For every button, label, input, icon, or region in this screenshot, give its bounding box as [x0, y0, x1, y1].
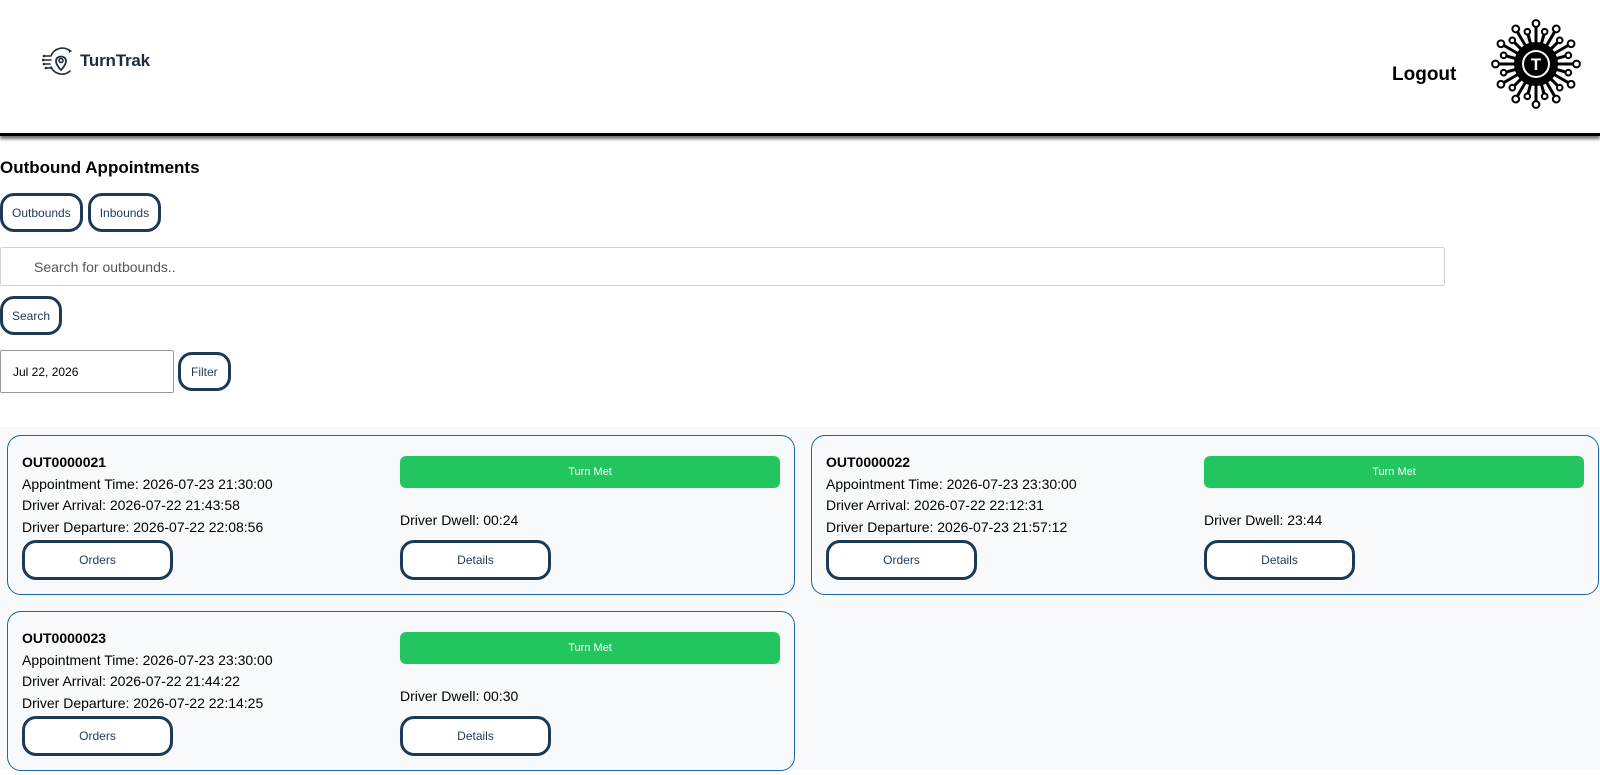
appointment-id: OUT0000022 — [826, 454, 911, 470]
details-button[interactable]: Details — [400, 540, 551, 580]
page-title: Outbound Appointments — [0, 158, 200, 177]
appointment-info: OUT0000023 Appointment Time: 2026-07-23 … — [22, 628, 273, 714]
tab-outbounds[interactable]: Outbounds — [0, 193, 83, 232]
appointment-info: OUT0000022 Appointment Time: 2026-07-23 … — [826, 452, 1077, 538]
driver-arrival: Driver Arrival: 2026-07-22 22:12:31 — [826, 497, 1044, 513]
appointment-card: OUT0000023 Appointment Time: 2026-07-23 … — [7, 611, 795, 771]
orders-button[interactable]: Orders — [22, 540, 173, 580]
details-button[interactable]: Details — [400, 716, 551, 756]
driver-arrival: Driver Arrival: 2026-07-22 21:43:58 — [22, 497, 240, 513]
details-button[interactable]: Details — [1204, 540, 1355, 580]
appointment-id: OUT0000021 — [22, 454, 107, 470]
appointment-time: Appointment Time: 2026-07-23 23:30:00 — [826, 475, 1077, 492]
search-button[interactable]: Search — [0, 296, 63, 335]
avatar-letter: T — [1531, 55, 1542, 74]
driver-dwell: Driver Dwell: 00:24 — [400, 512, 519, 528]
appointment-info: OUT0000021 Appointment Time: 2026-07-23 … — [22, 452, 273, 538]
appointment-time: Appointment Time: 2026-07-23 21:30:00 — [22, 475, 273, 492]
brand-name: TurnTrak — [80, 51, 150, 70]
appointment-time: Appointment Time: 2026-07-23 23:30:00 — [22, 651, 273, 668]
turn-status-button[interactable]: Turn Met — [400, 456, 780, 488]
driver-departure: Driver Departure: 2026-07-23 21:57:12 — [826, 518, 1068, 535]
brand-logo[interactable]: TurnTrak — [42, 44, 150, 78]
orders-button[interactable]: Orders — [826, 540, 977, 580]
top-header: TurnTrak Logout T — [0, 0, 1600, 136]
logout-button[interactable]: Logout — [1392, 64, 1456, 86]
location-pin-circuit-icon — [42, 47, 72, 75]
appointment-id: OUT0000023 — [22, 630, 107, 646]
date-picker-input[interactable]: Jul 22, 2026 — [0, 350, 174, 393]
driver-dwell: Driver Dwell: 00:30 — [400, 688, 519, 704]
turn-status-button[interactable]: Turn Met — [1204, 456, 1584, 488]
appointment-card: OUT0000021 Appointment Time: 2026-07-23 … — [7, 435, 795, 595]
turn-status-button[interactable]: Turn Met — [400, 632, 780, 664]
appointments-grid: OUT0000021 Appointment Time: 2026-07-23 … — [0, 427, 1600, 771]
orders-button[interactable]: Orders — [22, 716, 173, 756]
search-input[interactable] — [0, 247, 1445, 286]
appointment-card: OUT0000022 Appointment Time: 2026-07-23 … — [811, 435, 1599, 595]
tab-inbounds[interactable]: Inbounds — [87, 193, 162, 232]
driver-arrival: Driver Arrival: 2026-07-22 21:44:22 — [22, 673, 240, 689]
date-value: Jul 22, 2026 — [13, 364, 79, 379]
driver-departure: Driver Departure: 2026-07-22 22:08:56 — [22, 518, 264, 535]
driver-dwell: Driver Dwell: 23:44 — [1204, 512, 1323, 528]
filter-button[interactable]: Filter — [178, 352, 231, 391]
avatar[interactable]: T — [1490, 18, 1582, 110]
driver-departure: Driver Departure: 2026-07-22 22:14:25 — [22, 694, 264, 711]
tab-bar: Outbounds Inbounds — [0, 193, 162, 232]
